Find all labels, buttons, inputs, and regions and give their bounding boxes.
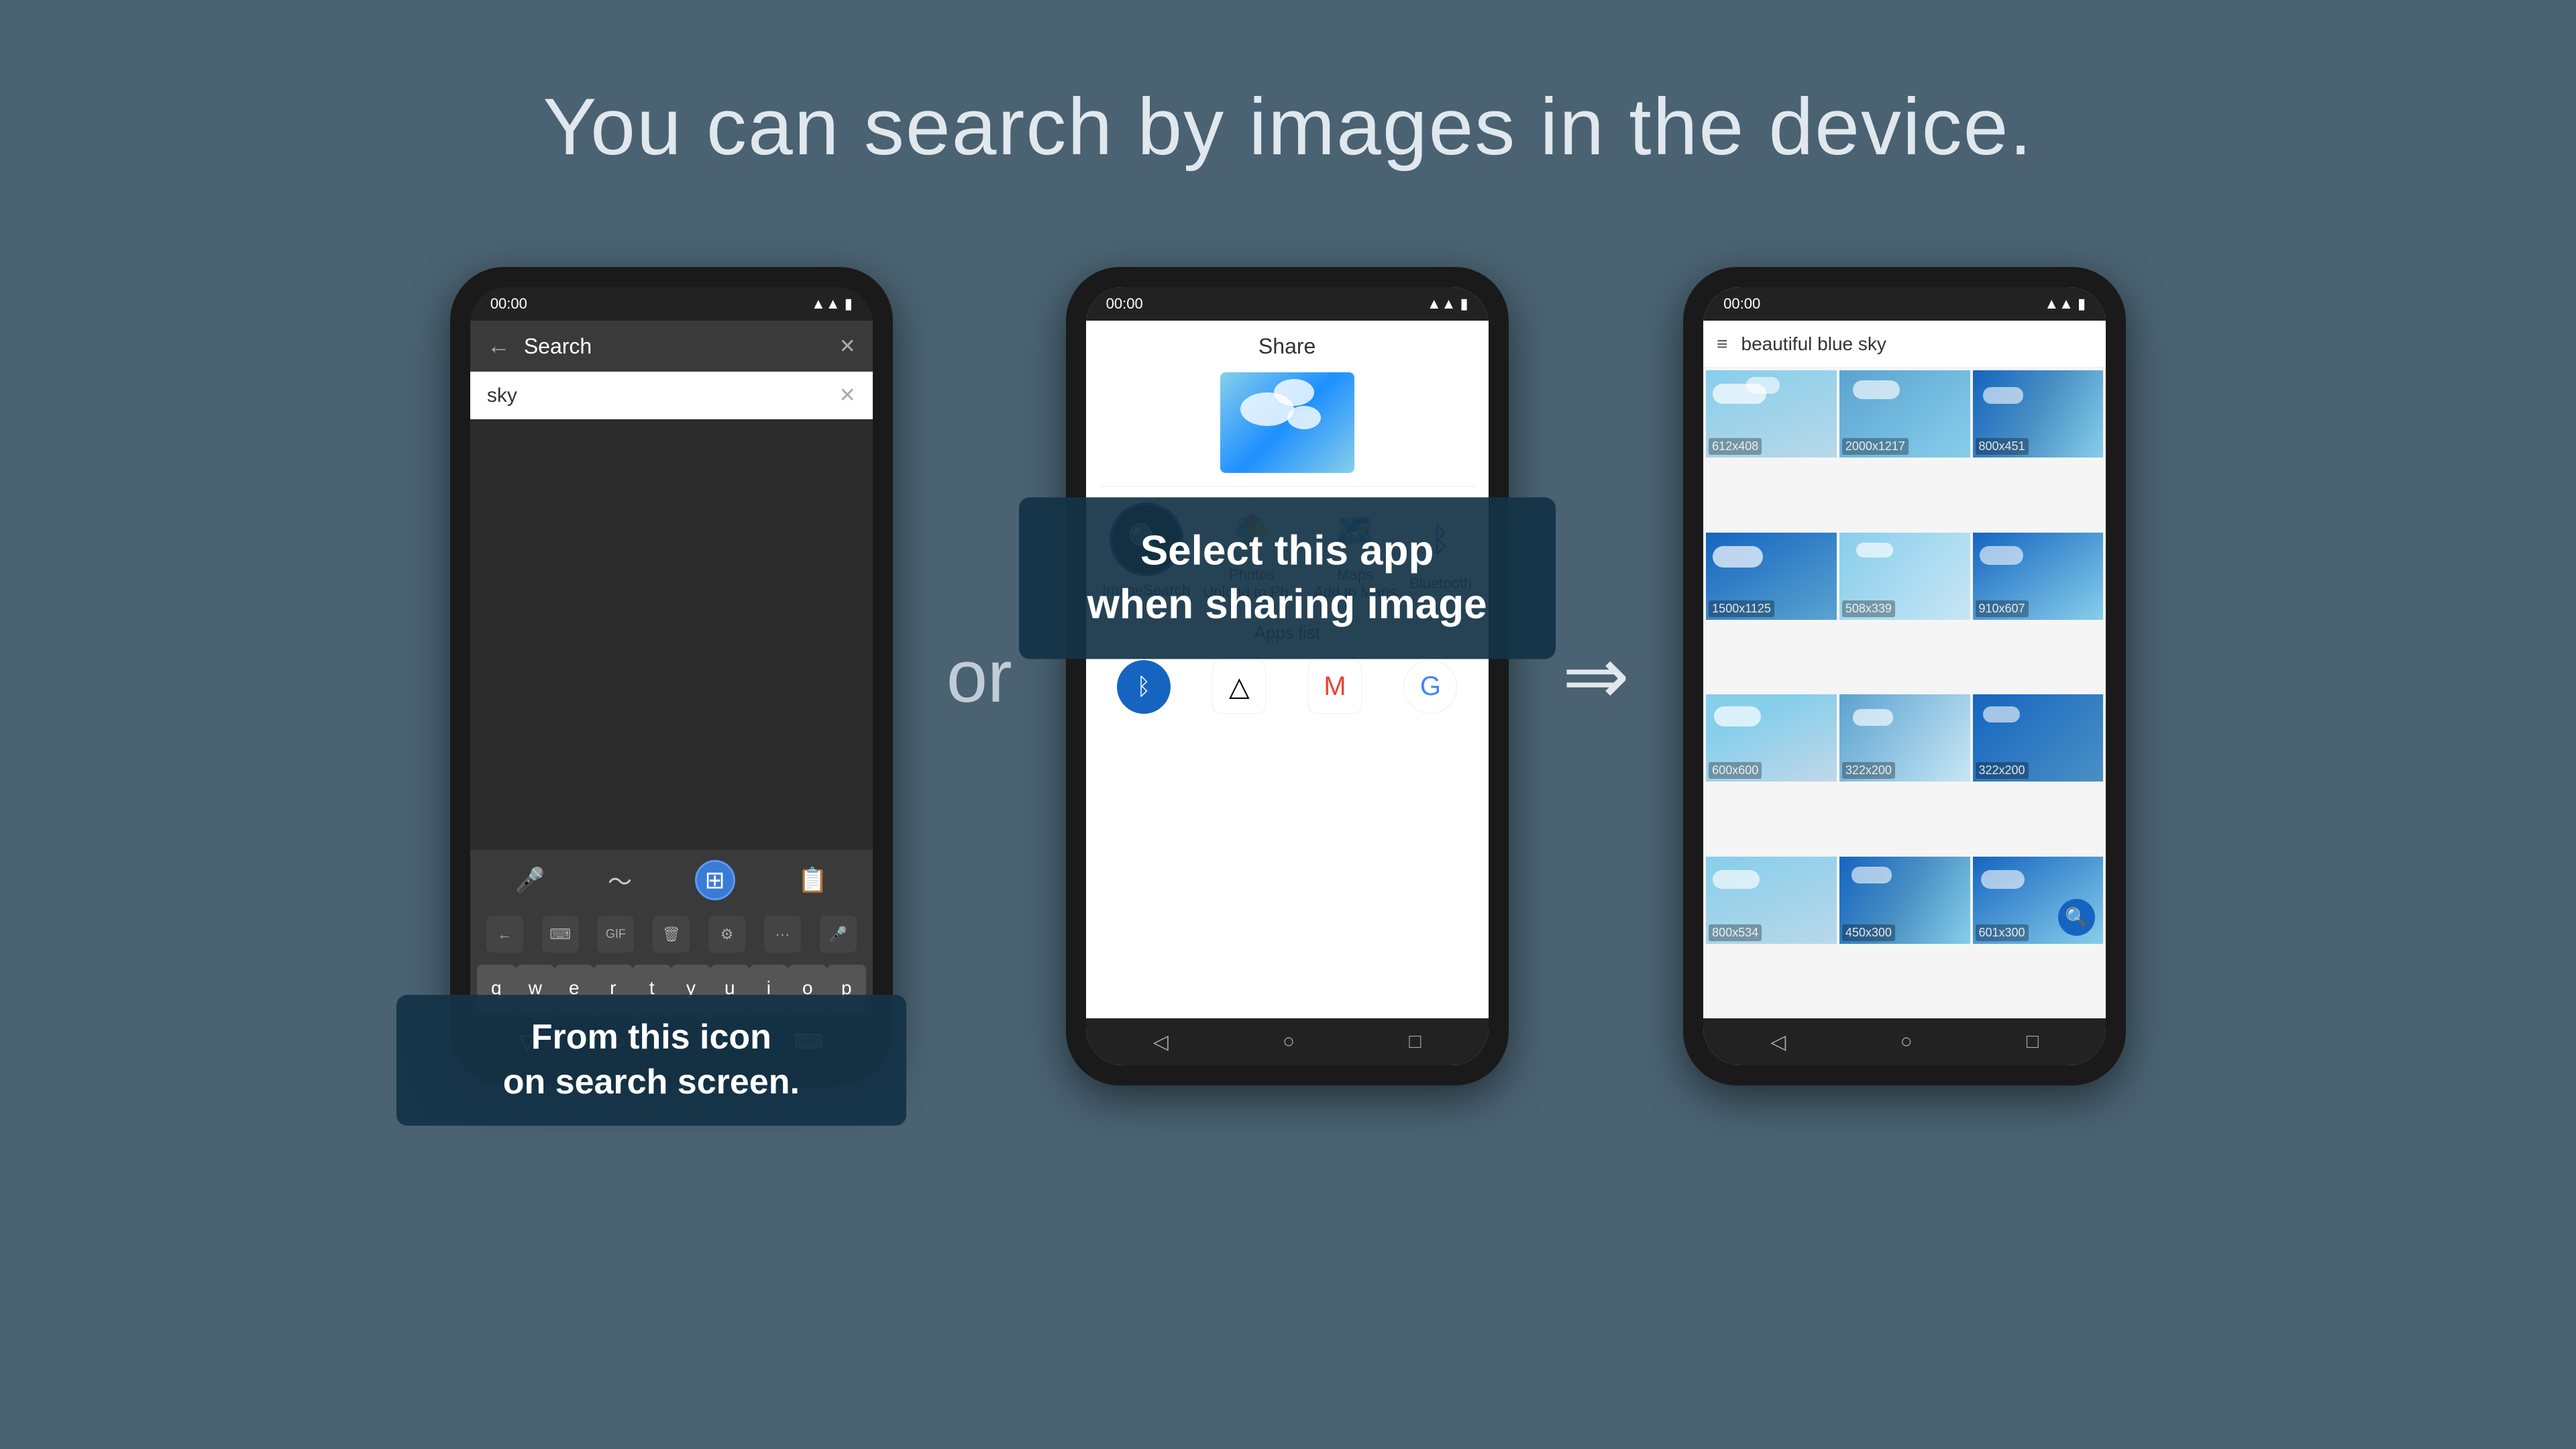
phone1-query-bar: sky ✕ bbox=[470, 372, 873, 419]
grid-dim-6: 910x607 bbox=[1976, 600, 2029, 617]
search-query-clear-icon[interactable]: ✕ bbox=[839, 384, 856, 407]
grid-cell-1[interactable]: 612x408 bbox=[1706, 370, 1837, 458]
grid-dim-5: 508x339 bbox=[1842, 600, 1895, 617]
grid-cell-12[interactable]: 601x300 🔍 bbox=[1973, 857, 2104, 944]
grid-dim-8: 322x200 bbox=[1842, 762, 1895, 779]
or-separator: or bbox=[947, 634, 1012, 719]
grid-cell-6[interactable]: 910x607 bbox=[1973, 533, 2104, 620]
grid-cell-5[interactable]: 508x339 bbox=[1839, 533, 1970, 620]
phone2-signal: ▲▲ ▮ bbox=[1427, 295, 1468, 313]
phone1-frame: 00:00 ▲▲ ▮ ← Search ✕ sky ✕ bbox=[450, 267, 893, 1085]
phone1-status-bar: 00:00 ▲▲ ▮ bbox=[470, 287, 873, 321]
phone3-time: 00:00 bbox=[1723, 295, 1760, 313]
app2-google-icon[interactable]: G bbox=[1403, 660, 1457, 714]
image-grid: 612x408 2000x1217 800x451 1500x1125 bbox=[1703, 368, 2106, 1018]
results-query-text: beautiful blue sky bbox=[1741, 333, 2093, 355]
grid-dim-3: 800x451 bbox=[1976, 438, 2029, 455]
phone2-nav-home[interactable]: ○ bbox=[1283, 1030, 1295, 1053]
phone3-nav-back[interactable]: ◁ bbox=[1770, 1030, 1786, 1054]
key-more[interactable]: ··· bbox=[764, 916, 801, 953]
key-tab[interactable]: ⌨ bbox=[542, 916, 579, 953]
grid-cell-7[interactable]: 600x600 bbox=[1706, 694, 1837, 782]
phone1-wrapper: 00:00 ▲▲ ▮ ← Search ✕ sky ✕ bbox=[450, 267, 893, 1085]
phone3-nav-bar: ◁ ○ □ bbox=[1703, 1018, 2106, 1065]
phone2-nav-bar: ◁ ○ □ bbox=[1086, 1018, 1489, 1065]
image-search-icon-highlighted[interactable]: ⊞ bbox=[695, 860, 735, 900]
search-clear-icon[interactable]: ✕ bbox=[839, 335, 856, 358]
grid-dim-4: 1500x1125 bbox=[1709, 600, 1774, 617]
phone1-search-bar[interactable]: ← Search ✕ bbox=[470, 321, 873, 372]
grid-cell-8[interactable]: 322x200 bbox=[1839, 694, 1970, 782]
app2-drive-icon[interactable]: △ bbox=[1212, 660, 1266, 714]
page-title: You can search by images in the device. bbox=[543, 80, 2033, 173]
grid-cell-10[interactable]: 800x534 bbox=[1706, 857, 1837, 944]
phone3-toolbar: ≡ beautiful blue sky bbox=[1703, 321, 2106, 368]
phones-row: 00:00 ▲▲ ▮ ← Search ✕ sky ✕ bbox=[0, 267, 2576, 1085]
grid-dim-9: 322x200 bbox=[1976, 762, 2029, 779]
phone2-nav-recents[interactable]: □ bbox=[1409, 1030, 1421, 1053]
phone2-screen: 00:00 ▲▲ ▮ Share bbox=[1086, 287, 1489, 1065]
key-settings[interactable]: ⚙ bbox=[708, 916, 745, 953]
phone1-tooltip: From this icon on search screen. bbox=[396, 995, 906, 1126]
phone1-time: 00:00 bbox=[490, 295, 527, 313]
arrow-right: ⇒ bbox=[1562, 630, 1630, 723]
share-dialog-title: Share bbox=[1086, 321, 1489, 372]
key-gif[interactable]: GIF bbox=[597, 916, 634, 953]
grid-dim-12: 601x300 bbox=[1976, 924, 2029, 941]
app2-bluetooth-icon[interactable]: ᛒ bbox=[1117, 660, 1171, 714]
phone2-share-dialog: Share 🔍 ImageSearch bbox=[1086, 321, 1489, 1018]
grid-cell-11[interactable]: 450x300 bbox=[1839, 857, 1970, 944]
phone3-screen: 00:00 ▲▲ ▮ ≡ beautiful blue sky 612x408 bbox=[1703, 287, 2106, 1065]
grid-dim-1: 612x408 bbox=[1709, 438, 1762, 455]
phone2-time: 00:00 bbox=[1106, 295, 1143, 313]
trend-icon[interactable]: 〜 bbox=[608, 863, 632, 898]
phone2-frame: 00:00 ▲▲ ▮ Share bbox=[1066, 267, 1509, 1085]
phone1-keyboard-sub-row: ← ⌨ GIF 🗑 ⚙ ··· 🎤 bbox=[470, 910, 873, 958]
key-back[interactable]: ← bbox=[486, 916, 523, 953]
phone3-status-bar: 00:00 ▲▲ ▮ bbox=[1703, 287, 2106, 321]
search-fab-button[interactable]: 🔍 bbox=[2058, 899, 2095, 936]
grid-dim-2: 2000x1217 bbox=[1842, 438, 1909, 455]
phone1-screen: 00:00 ▲▲ ▮ ← Search ✕ sky ✕ bbox=[470, 287, 873, 1065]
search-query-text: sky bbox=[487, 384, 517, 407]
phone3-nav-home[interactable]: ○ bbox=[1900, 1030, 1913, 1053]
grid-cell-2[interactable]: 2000x1217 bbox=[1839, 370, 1970, 458]
phone3-frame: 00:00 ▲▲ ▮ ≡ beautiful blue sky 612x408 bbox=[1683, 267, 2126, 1085]
key-delete[interactable]: 🗑 bbox=[653, 916, 690, 953]
phone2-nav-back[interactable]: ◁ bbox=[1153, 1030, 1169, 1054]
phone1-keyboard-toolbar: 🎤 〜 ⊞ 📋 bbox=[470, 850, 873, 910]
grid-cell-3[interactable]: 800x451 bbox=[1973, 370, 2104, 458]
grid-dim-10: 800x534 bbox=[1709, 924, 1762, 941]
grid-dim-11: 450x300 bbox=[1842, 924, 1895, 941]
clipboard-icon[interactable]: 📋 bbox=[798, 866, 828, 894]
key-mic2[interactable]: 🎤 bbox=[820, 916, 857, 953]
mic-icon[interactable]: 🎤 bbox=[515, 866, 545, 894]
phone3-nav-recents[interactable]: □ bbox=[2027, 1030, 2039, 1053]
back-arrow-icon[interactable]: ← bbox=[487, 333, 511, 360]
phone1-search-results-area bbox=[470, 419, 873, 850]
phone2-status-bar: 00:00 ▲▲ ▮ bbox=[1086, 287, 1489, 321]
share-apps-row2: ᛒ △ M G bbox=[1086, 650, 1489, 724]
grid-cell-4[interactable]: 1500x1125 bbox=[1706, 533, 1837, 620]
phone3-signal: ▲▲ ▮ bbox=[2044, 295, 2086, 313]
phone2-wrapper: 00:00 ▲▲ ▮ Share bbox=[1066, 267, 1509, 1085]
phone2-tooltip: Select this app when sharing image bbox=[1019, 497, 1556, 659]
grid-cell-9[interactable]: 322x200 bbox=[1973, 694, 2104, 782]
phone1-signal: ▲▲ ▮ bbox=[811, 295, 853, 313]
share-image-preview bbox=[1220, 372, 1354, 473]
search-input-label: Search bbox=[524, 334, 826, 359]
grid-dim-7: 600x600 bbox=[1709, 762, 1762, 779]
app2-gmail-icon[interactable]: M bbox=[1308, 660, 1362, 714]
phone3-wrapper: 00:00 ▲▲ ▮ ≡ beautiful blue sky 612x408 bbox=[1683, 267, 2126, 1085]
hamburger-icon[interactable]: ≡ bbox=[1717, 333, 1727, 355]
